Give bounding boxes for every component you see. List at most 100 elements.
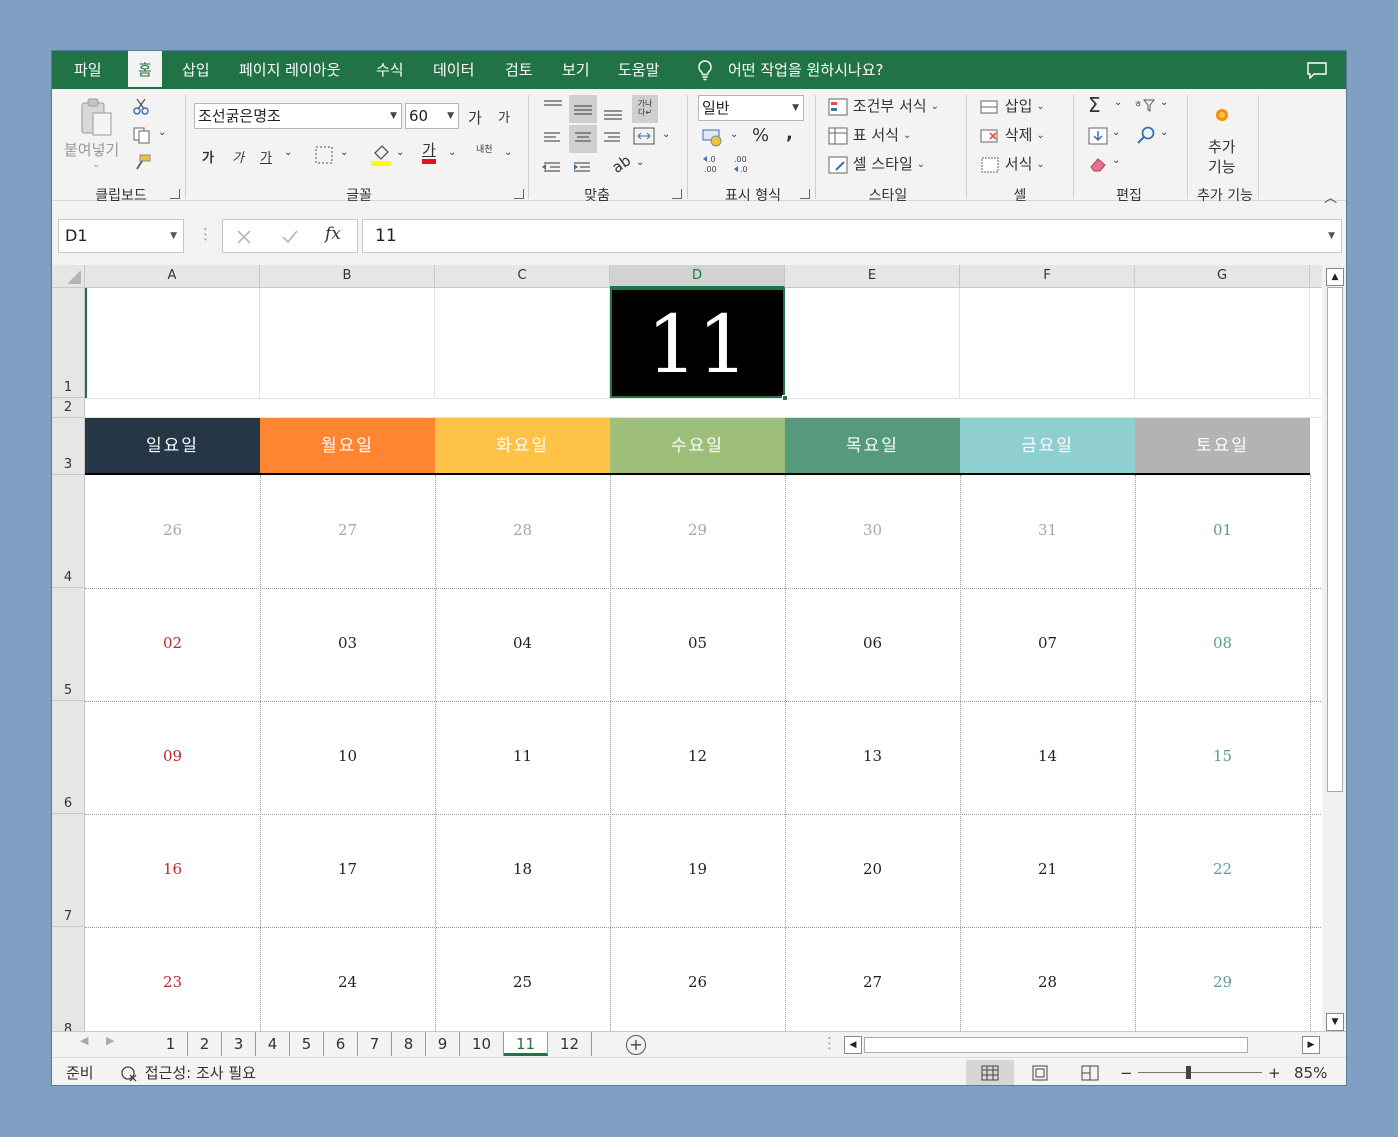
- sheet-tab-11[interactable]: 11: [504, 1032, 548, 1056]
- merge-center-icon[interactable]: [633, 127, 655, 145]
- next-sheet-icon[interactable]: ▶: [106, 1034, 114, 1047]
- day-cell[interactable]: 28: [960, 973, 1135, 991]
- insert-function-icon[interactable]: fx: [325, 224, 341, 244]
- underline-dropdown-icon[interactable]: ⌄: [284, 147, 292, 158]
- day-cell[interactable]: 29: [610, 521, 785, 539]
- wrap-text-button[interactable]: 가나 다↵: [632, 95, 658, 123]
- sheet-tab-3[interactable]: 3: [222, 1032, 256, 1056]
- paste-dropdown-icon[interactable]: ⌄: [92, 159, 100, 170]
- collapse-ribbon-icon[interactable]: ︿: [1324, 187, 1337, 206]
- day-cell[interactable]: 16: [85, 860, 260, 878]
- row-header-8[interactable]: 8: [52, 927, 85, 1031]
- column-header-overflow[interactable]: [1310, 265, 1322, 288]
- horizontal-scroll-thumb[interactable]: [864, 1037, 1248, 1053]
- sheet-tab-7[interactable]: 7: [358, 1032, 392, 1056]
- day-cell[interactable]: 07: [960, 634, 1135, 652]
- page-layout-view-button[interactable]: [1016, 1060, 1064, 1085]
- sheet-tab-5[interactable]: 5: [290, 1032, 324, 1056]
- scroll-left-icon[interactable]: ◀: [844, 1036, 862, 1054]
- borders-dropdown-icon[interactable]: ⌄: [340, 147, 348, 158]
- column-header-e[interactable]: E: [785, 265, 960, 288]
- add-ins-button[interactable]: 추가 기능: [1208, 137, 1236, 177]
- font-name-combo[interactable]: 조선굵은명조 ▼: [194, 103, 402, 129]
- cell-row1[interactable]: [85, 288, 260, 398]
- copy-dropdown-icon[interactable]: ⌄: [158, 127, 166, 138]
- add-sheet-button[interactable]: +: [626, 1035, 646, 1055]
- day-cell[interactable]: 08: [1135, 634, 1310, 652]
- day-cell[interactable]: 06: [785, 634, 960, 652]
- cell-row1[interactable]: [785, 288, 960, 398]
- autosum-dropdown-icon[interactable]: ⌄: [1114, 97, 1122, 108]
- paste-button[interactable]: 붙여넣기: [64, 139, 119, 160]
- shrink-font-button[interactable]: 가: [498, 107, 510, 126]
- paste-icon[interactable]: [78, 97, 114, 137]
- cut-icon[interactable]: [132, 97, 150, 115]
- day-cell[interactable]: 26: [610, 973, 785, 991]
- tab-insert[interactable]: 삽입: [182, 51, 210, 89]
- phonetic-dropdown-icon[interactable]: ⌄: [504, 147, 512, 158]
- conditional-formatting-button[interactable]: 조건부 서식 ⌄: [828, 95, 939, 116]
- cell-row1[interactable]: [960, 288, 1135, 398]
- row-header-7[interactable]: 7: [52, 814, 85, 927]
- sheet-tab-6[interactable]: 6: [324, 1032, 358, 1056]
- comma-style-button[interactable]: ,: [786, 123, 793, 144]
- select-all-button[interactable]: [52, 265, 85, 288]
- day-cell[interactable]: 09: [85, 747, 260, 765]
- fill-color-icon[interactable]: [370, 143, 392, 167]
- insert-cells-button[interactable]: 삽입 ⌄: [980, 95, 1045, 116]
- formula-input[interactable]: 11 ▼: [362, 219, 1342, 253]
- weekday-header[interactable]: 월요일: [260, 418, 435, 475]
- borders-icon[interactable]: [314, 145, 334, 165]
- row-header-5[interactable]: 5: [52, 588, 85, 701]
- tab-data[interactable]: 데이터: [433, 51, 474, 89]
- cell-row1[interactable]: [260, 288, 435, 398]
- day-cell[interactable]: 02: [85, 634, 260, 652]
- weekday-header[interactable]: 화요일: [435, 418, 610, 475]
- title-cell-d1[interactable]: 11: [610, 288, 785, 398]
- phonetic-button[interactable]: 내천: [476, 145, 496, 155]
- day-cell[interactable]: 14: [960, 747, 1135, 765]
- row-2-cells[interactable]: [85, 398, 1322, 418]
- day-cell[interactable]: 12: [610, 747, 785, 765]
- grow-font-button[interactable]: 가: [468, 107, 482, 128]
- name-box[interactable]: D1 ▼: [58, 219, 184, 253]
- tab-file[interactable]: 파일: [74, 51, 102, 89]
- zoom-level[interactable]: 85%: [1294, 1058, 1327, 1085]
- number-format-combo[interactable]: 일반 ▼: [698, 95, 804, 121]
- cancel-icon[interactable]: [235, 228, 253, 246]
- day-cell[interactable]: 19: [610, 860, 785, 878]
- alignment-launcher-icon[interactable]: [672, 189, 682, 199]
- italic-button[interactable]: 가: [232, 147, 244, 166]
- sheet-tab-1[interactable]: 1: [154, 1032, 188, 1056]
- increase-decimal-icon[interactable]: .0.00: [702, 153, 726, 175]
- weekday-header[interactable]: 수요일: [610, 418, 785, 475]
- underline-button[interactable]: 가: [260, 147, 272, 166]
- column-header-f[interactable]: F: [960, 265, 1135, 288]
- font-size-combo[interactable]: 60 ▼: [405, 103, 459, 129]
- day-cell[interactable]: 31: [960, 521, 1135, 539]
- tab-home[interactable]: 홈: [128, 51, 162, 89]
- sheet-tab-2[interactable]: 2: [188, 1032, 222, 1056]
- number-launcher-icon[interactable]: [800, 189, 810, 199]
- day-cell[interactable]: 29: [1135, 973, 1310, 991]
- fill-handle[interactable]: [782, 395, 788, 401]
- accounting-format-icon[interactable]: [702, 127, 724, 147]
- vertical-scroll-thumb[interactable]: [1327, 287, 1343, 792]
- tab-formulas[interactable]: 수식: [376, 51, 404, 89]
- tab-page-layout[interactable]: 페이지 레이아웃: [239, 51, 340, 89]
- day-cell[interactable]: 27: [785, 973, 960, 991]
- format-cells-button[interactable]: 서식 ⌄: [980, 153, 1045, 174]
- find-select-icon[interactable]: [1136, 125, 1156, 145]
- fill-dropdown-icon[interactable]: ⌄: [1112, 127, 1120, 138]
- merge-dropdown-icon[interactable]: ⌄: [662, 129, 670, 140]
- zoom-slider[interactable]: [1138, 1072, 1262, 1073]
- column-header-a[interactable]: A: [85, 265, 260, 288]
- page-break-view-button[interactable]: [1066, 1060, 1114, 1085]
- prev-sheet-icon[interactable]: ◀: [80, 1034, 88, 1047]
- day-cell[interactable]: 24: [260, 973, 435, 991]
- day-cell[interactable]: 04: [435, 634, 610, 652]
- day-cell[interactable]: 13: [785, 747, 960, 765]
- sort-filter-dropdown-icon[interactable]: ⌄: [1160, 97, 1168, 108]
- clear-eraser-icon[interactable]: [1088, 155, 1108, 173]
- day-cell[interactable]: 11: [435, 747, 610, 765]
